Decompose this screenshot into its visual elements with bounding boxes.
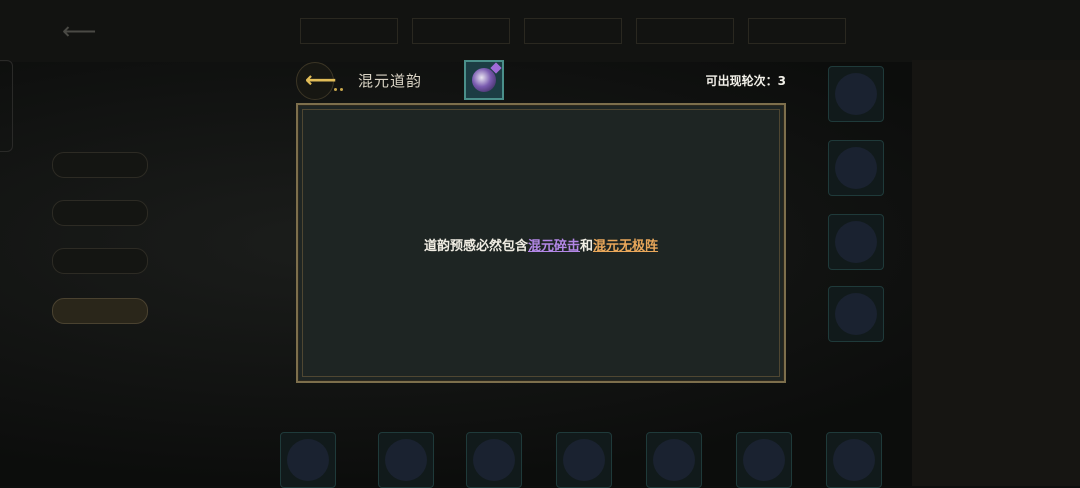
description-connector: 和 [580, 239, 594, 254]
background-tab [300, 18, 398, 44]
background-back-icon: ⟵ [62, 17, 97, 45]
modal-title: 混元道韵 [358, 72, 423, 90]
back-button[interactable]: ⟵ [296, 62, 337, 100]
background-card [826, 432, 882, 488]
background-tab [636, 18, 734, 44]
background-tab [748, 18, 846, 44]
decorative-dots [334, 76, 350, 110]
background-card [466, 432, 522, 488]
keyword-link-2[interactable]: 混元无极阵 [593, 239, 658, 254]
description-panel: 道韵预感必然包含混元碎击和混元无极阵 [296, 103, 786, 383]
description-text: 道韵预感必然包含混元碎击和混元无极阵 [298, 235, 784, 254]
background-side-button [52, 200, 148, 226]
modal-header: ⟵ 混元道韵 可出现轮次：3 [296, 58, 786, 110]
background-side-button [52, 248, 148, 274]
background-card [378, 432, 434, 488]
background-left-edge [0, 60, 13, 152]
background-card [828, 286, 884, 342]
background-card [828, 140, 884, 196]
background-side-button [52, 152, 148, 178]
description-prefix: 道韵预感必然包含 [423, 239, 528, 254]
background-tab [412, 18, 510, 44]
background-card [556, 432, 612, 488]
background-right-panel [912, 60, 1080, 486]
background-tab [524, 18, 622, 44]
golden-arrow-back-icon: ⟵ [305, 68, 337, 93]
background-side-button [52, 298, 148, 324]
background-card [280, 432, 336, 488]
background-card [828, 214, 884, 270]
appear-rounds-info: 可出现轮次：3 [706, 72, 786, 89]
appear-rounds-value: 3 [777, 74, 786, 88]
keyword-link-1[interactable]: 混元碎击 [528, 239, 580, 254]
chaos-orb-icon[interactable] [464, 60, 504, 100]
background-card [828, 66, 884, 122]
background-card [646, 432, 702, 488]
background-card [736, 432, 792, 488]
appear-rounds-label: 可出现轮次： [705, 74, 778, 88]
